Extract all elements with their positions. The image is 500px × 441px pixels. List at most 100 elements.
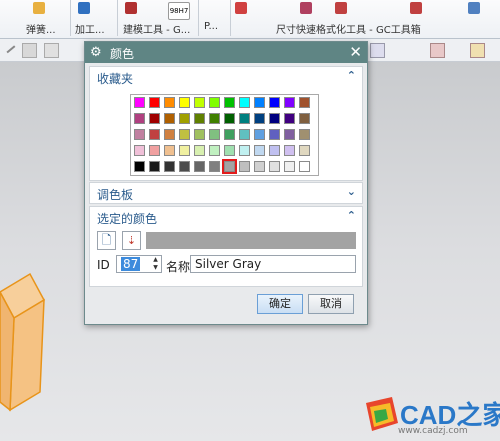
color-swatch[interactable]: [269, 161, 280, 172]
pick-color-button[interactable]: ⇣: [122, 231, 141, 250]
grid-icon[interactable]: [370, 43, 385, 58]
color-swatch[interactable]: [179, 129, 190, 140]
color-swatch[interactable]: [209, 113, 220, 124]
color-swatch[interactable]: [222, 159, 237, 174]
dimension-icon[interactable]: [335, 2, 347, 14]
color-swatch[interactable]: [194, 97, 205, 108]
color-swatch[interactable]: [149, 161, 160, 172]
chevron-up-icon[interactable]: ⌃: [347, 69, 356, 82]
color-swatch[interactable]: [194, 113, 205, 124]
color-swatch[interactable]: [134, 145, 145, 156]
dialog-title-bar[interactable]: ⚙ 颜色 ✕: [85, 42, 367, 63]
color-swatch[interactable]: [239, 161, 250, 172]
color-swatch[interactable]: [194, 161, 205, 172]
color-swatch[interactable]: [149, 145, 160, 156]
color-swatch[interactable]: [164, 145, 175, 156]
color-swatch[interactable]: [284, 145, 295, 156]
measure-icon[interactable]: [410, 2, 422, 14]
color-swatch[interactable]: [179, 161, 190, 172]
color-swatch[interactable]: [224, 97, 235, 108]
color-swatch[interactable]: [209, 129, 220, 140]
modeling-icon[interactable]: [125, 2, 137, 14]
color-swatch[interactable]: [299, 97, 310, 108]
color-swatch[interactable]: [239, 145, 250, 156]
color-swatch[interactable]: [164, 161, 175, 172]
id-spinner-field[interactable]: 87 ▲ ▼: [116, 255, 162, 273]
color-swatch[interactable]: [269, 113, 280, 124]
color-swatch[interactable]: [269, 97, 280, 108]
color-swatch[interactable]: [239, 97, 250, 108]
color-swatch[interactable]: [269, 129, 280, 140]
color-swatch[interactable]: [254, 161, 265, 172]
color-swatch[interactable]: [284, 113, 295, 124]
color-swatch[interactable]: [239, 113, 250, 124]
color-swatch[interactable]: [284, 129, 295, 140]
ok-button[interactable]: 确定: [257, 294, 303, 314]
color-swatch[interactable]: [209, 97, 220, 108]
color-swatch[interactable]: [179, 113, 190, 124]
color-swatch[interactable]: [254, 145, 265, 156]
color-swatch[interactable]: [164, 97, 175, 108]
color-swatch[interactable]: [224, 129, 235, 140]
ribbon-group-modeling-tools[interactable]: 建模工具 - G...: [123, 21, 190, 36]
color-swatch[interactable]: [284, 97, 295, 108]
color-swatch[interactable]: [269, 145, 280, 156]
color-swatch[interactable]: [209, 161, 220, 172]
grid-icon[interactable]: [468, 2, 480, 14]
color-swatch[interactable]: [254, 129, 265, 140]
color-swatch[interactable]: [224, 145, 235, 156]
chevron-up-icon[interactable]: ⌃: [347, 209, 356, 222]
chevron-down-icon[interactable]: ⌄: [347, 185, 356, 198]
color-swatch[interactable]: [209, 145, 220, 156]
color-swatch[interactable]: [164, 113, 175, 124]
new-color-button[interactable]: 🗋: [97, 231, 116, 250]
selected-color-header[interactable]: 选定的颜色 ⌃: [90, 207, 362, 227]
color-swatch[interactable]: [239, 129, 250, 140]
color-swatch[interactable]: [254, 97, 265, 108]
color-swatch[interactable]: [299, 113, 310, 124]
color-swatch[interactable]: [149, 113, 160, 124]
spinner-arrows-icon[interactable]: ▲ ▼: [151, 256, 160, 272]
color-swatch[interactable]: [179, 97, 190, 108]
color-swatch[interactable]: [299, 129, 310, 140]
color-swatch[interactable]: [179, 145, 190, 156]
color-swatch[interactable]: [149, 129, 160, 140]
close-button[interactable]: ✕: [349, 43, 362, 61]
tolerance-icon[interactable]: 98H7: [168, 2, 190, 20]
color-swatch[interactable]: [134, 129, 145, 140]
color-swatch[interactable]: [134, 113, 145, 124]
color-swatch[interactable]: [284, 161, 295, 172]
selected-color-title: 选定的颜色: [97, 212, 158, 226]
ribbon-group-machining[interactable]: 加工...: [75, 21, 105, 36]
color-swatch[interactable]: [194, 145, 205, 156]
color-swatch[interactable]: [299, 161, 310, 172]
line-icon[interactable]: [2, 40, 16, 54]
orange-box-model[interactable]: [0, 262, 48, 412]
color-swatch[interactable]: [224, 113, 235, 124]
palette-header[interactable]: 调色板 ⌄: [90, 183, 362, 203]
format-icon[interactable]: [300, 2, 312, 14]
divider: [117, 0, 118, 36]
select-icon[interactable]: [430, 43, 445, 58]
palette-title: 调色板: [97, 188, 134, 202]
color-swatch[interactable]: [164, 129, 175, 140]
name-field[interactable]: Silver Gray: [190, 255, 356, 273]
ruler-icon[interactable]: [470, 43, 485, 58]
tool-icon[interactable]: [78, 2, 90, 14]
ribbon-group-dimension-format[interactable]: 尺寸快速格式化工具 - GC工具箱: [276, 21, 421, 36]
cancel-button[interactable]: 取消: [308, 294, 354, 314]
favorites-header[interactable]: 收藏夹 ⌃: [90, 67, 362, 87]
color-swatch[interactable]: [194, 129, 205, 140]
pen-icon[interactable]: [235, 2, 247, 14]
color-swatch[interactable]: [254, 113, 265, 124]
id-value[interactable]: 87: [121, 257, 141, 271]
color-swatch[interactable]: [134, 97, 145, 108]
spring-icon[interactable]: [33, 2, 45, 14]
color-swatch[interactable]: [149, 97, 160, 108]
color-swatch[interactable]: [299, 145, 310, 156]
copy-icon[interactable]: [44, 43, 59, 58]
ribbon-group-spring[interactable]: 弹簧...: [26, 21, 56, 36]
eraser-icon[interactable]: [22, 43, 37, 58]
color-swatch[interactable]: [134, 161, 145, 172]
ribbon-group-p[interactable]: P...: [204, 21, 218, 32]
